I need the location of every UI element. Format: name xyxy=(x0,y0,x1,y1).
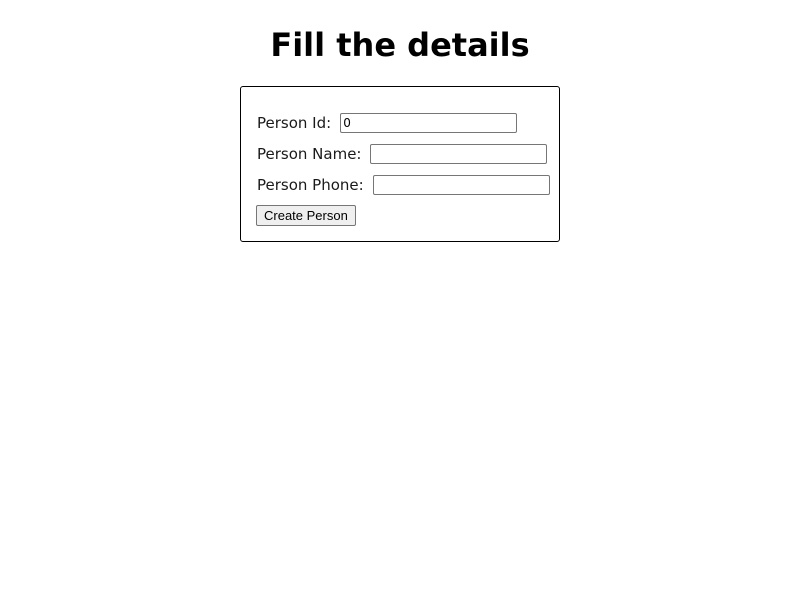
person-phone-label: Person Phone: xyxy=(257,176,364,194)
person-id-input[interactable] xyxy=(340,113,518,133)
create-person-button[interactable]: Create Person xyxy=(256,205,356,226)
person-phone-input[interactable] xyxy=(372,175,550,195)
person-name-label: Person Name: xyxy=(257,145,362,163)
person-form: Person Id: Person Name: Person Phone: Cr… xyxy=(240,86,560,242)
person-name-row: Person Name: xyxy=(257,143,548,165)
person-phone-row: Person Phone: xyxy=(257,174,550,196)
page-title: Fill the details xyxy=(270,26,530,64)
person-id-label: Person Id: xyxy=(257,114,332,132)
person-id-row: Person Id: xyxy=(257,112,518,134)
person-name-input[interactable] xyxy=(370,144,548,164)
